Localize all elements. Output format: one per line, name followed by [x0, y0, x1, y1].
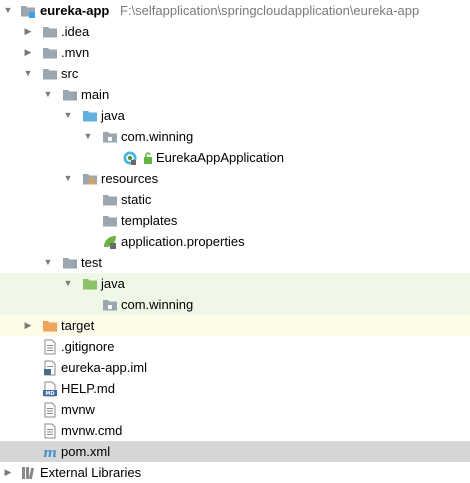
tree-label-java: java — [101, 108, 125, 123]
text-file-icon — [42, 339, 58, 355]
tree-label-com-winning: com.winning — [121, 129, 194, 144]
project-tree: ▼ eureka-app F:\selfapplication\springcl… — [0, 0, 470, 483]
folder-icon — [42, 45, 58, 61]
tree-label-test-java: java — [101, 276, 125, 291]
tree-label-help-md: HELP.md — [61, 381, 115, 396]
tree-label-gitignore: .gitignore — [61, 339, 115, 354]
tree-label-test-com-winning: com.winning — [121, 297, 194, 312]
chevron-right-icon[interactable]: ▶ — [2, 462, 14, 483]
tree-label-mvnw: mvnw — [61, 402, 95, 417]
folder-icon — [62, 255, 78, 271]
tree-row-gitignore[interactable]: .gitignore — [0, 336, 470, 357]
tree-label-iml: eureka-app.iml — [61, 360, 147, 375]
lock-icon — [140, 150, 152, 166]
tree-label-static: static — [121, 192, 152, 207]
tree-label-templates: templates — [121, 213, 178, 228]
folder-icon — [102, 192, 118, 208]
markdown-file-icon: MD — [42, 381, 58, 397]
chevron-right-icon[interactable]: ▶ — [22, 315, 34, 336]
tree-row-external-libraries[interactable]: ▶ External Libraries — [0, 462, 470, 483]
source-root-folder-icon — [82, 108, 98, 124]
tree-row-help-md[interactable]: MD HELP.md — [0, 378, 470, 399]
spring-properties-icon — [102, 234, 118, 250]
tree-row-pom-xml[interactable]: m pom.xml — [0, 441, 470, 462]
tree-row-com-winning[interactable]: ▼ com.winning — [0, 126, 470, 147]
tree-row-application-properties[interactable]: application.properties — [0, 231, 470, 252]
chevron-right-icon[interactable]: ▶ — [22, 21, 34, 42]
tree-row-test-java[interactable]: ▼ java — [0, 273, 470, 294]
tree-row-main[interactable]: ▼ main — [0, 84, 470, 105]
tree-label-main: main — [81, 87, 110, 102]
text-file-icon — [42, 402, 58, 418]
tree-row-eureka-app[interactable]: ▼ eureka-app F:\selfapplication\springcl… — [0, 0, 470, 21]
chevron-down-icon[interactable]: ▼ — [2, 0, 14, 21]
tree-row-mvn[interactable]: ▶ .mvn — [0, 42, 470, 63]
tree-row-idea[interactable]: ▶ .idea — [0, 21, 470, 42]
tree-row-java[interactable]: ▼ java — [0, 105, 470, 126]
tree-label-mvn: .mvn — [61, 45, 90, 60]
tree-row-eureka-app-application[interactable]: EurekaAppApplication — [0, 147, 470, 168]
package-icon — [102, 129, 118, 145]
chevron-right-icon[interactable]: ▶ — [22, 42, 34, 63]
tree-row-mvnw-cmd[interactable]: mvnw.cmd — [0, 420, 470, 441]
folder-icon — [62, 87, 78, 103]
chevron-down-icon[interactable]: ▼ — [62, 168, 74, 189]
folder-icon — [102, 213, 118, 229]
tree-label-eureka-app-application: EurekaAppApplication — [156, 150, 284, 165]
excluded-folder-icon — [42, 318, 58, 334]
tree-label-eureka-app: eureka-app — [40, 3, 110, 18]
tree-row-iml[interactable]: eureka-app.iml — [0, 357, 470, 378]
chevron-down-icon[interactable]: ▼ — [62, 273, 74, 294]
svg-text:m: m — [43, 446, 57, 460]
tree-row-resources[interactable]: ▼ resources — [0, 168, 470, 189]
chevron-down-icon[interactable]: ▼ — [22, 63, 34, 84]
resources-root-folder-icon — [82, 171, 98, 187]
svg-text:MD: MD — [45, 391, 54, 397]
tree-row-mvnw[interactable]: mvnw — [0, 399, 470, 420]
spring-boot-class-icon — [122, 150, 138, 166]
maven-pom-icon: m — [42, 444, 58, 460]
tree-label-resources: resources — [101, 171, 159, 186]
tree-label-pom-xml: pom.xml — [61, 444, 111, 459]
tree-row-test[interactable]: ▼ test — [0, 252, 470, 273]
tree-label-mvnw-cmd: mvnw.cmd — [61, 423, 123, 438]
tree-row-static[interactable]: static — [0, 189, 470, 210]
text-file-icon — [42, 423, 58, 439]
iml-file-icon — [42, 360, 58, 376]
tree-row-src[interactable]: ▼ src — [0, 63, 470, 84]
tree-row-test-com-winning[interactable]: com.winning — [0, 294, 470, 315]
project-path: F:\selfapplication\springcloudapplicatio… — [120, 3, 420, 18]
tree-label-idea: .idea — [61, 24, 90, 39]
folder-icon — [42, 24, 58, 40]
tree-row-target[interactable]: ▶ target — [0, 315, 470, 336]
tree-label-target: target — [61, 318, 95, 333]
tree-row-templates[interactable]: templates — [0, 210, 470, 231]
module-folder-icon — [20, 3, 36, 19]
folder-icon — [42, 66, 58, 82]
test-root-folder-icon — [82, 276, 98, 292]
tree-label-src: src — [61, 66, 79, 81]
chevron-down-icon[interactable]: ▼ — [42, 252, 54, 273]
tree-label-test: test — [81, 255, 102, 270]
package-icon — [102, 297, 118, 313]
chevron-down-icon[interactable]: ▼ — [82, 126, 94, 147]
chevron-down-icon[interactable]: ▼ — [42, 84, 54, 105]
libraries-icon — [20, 465, 36, 481]
chevron-down-icon[interactable]: ▼ — [62, 105, 74, 126]
tree-label-application-properties: application.properties — [121, 234, 245, 249]
tree-label-external-libraries: External Libraries — [40, 465, 142, 480]
